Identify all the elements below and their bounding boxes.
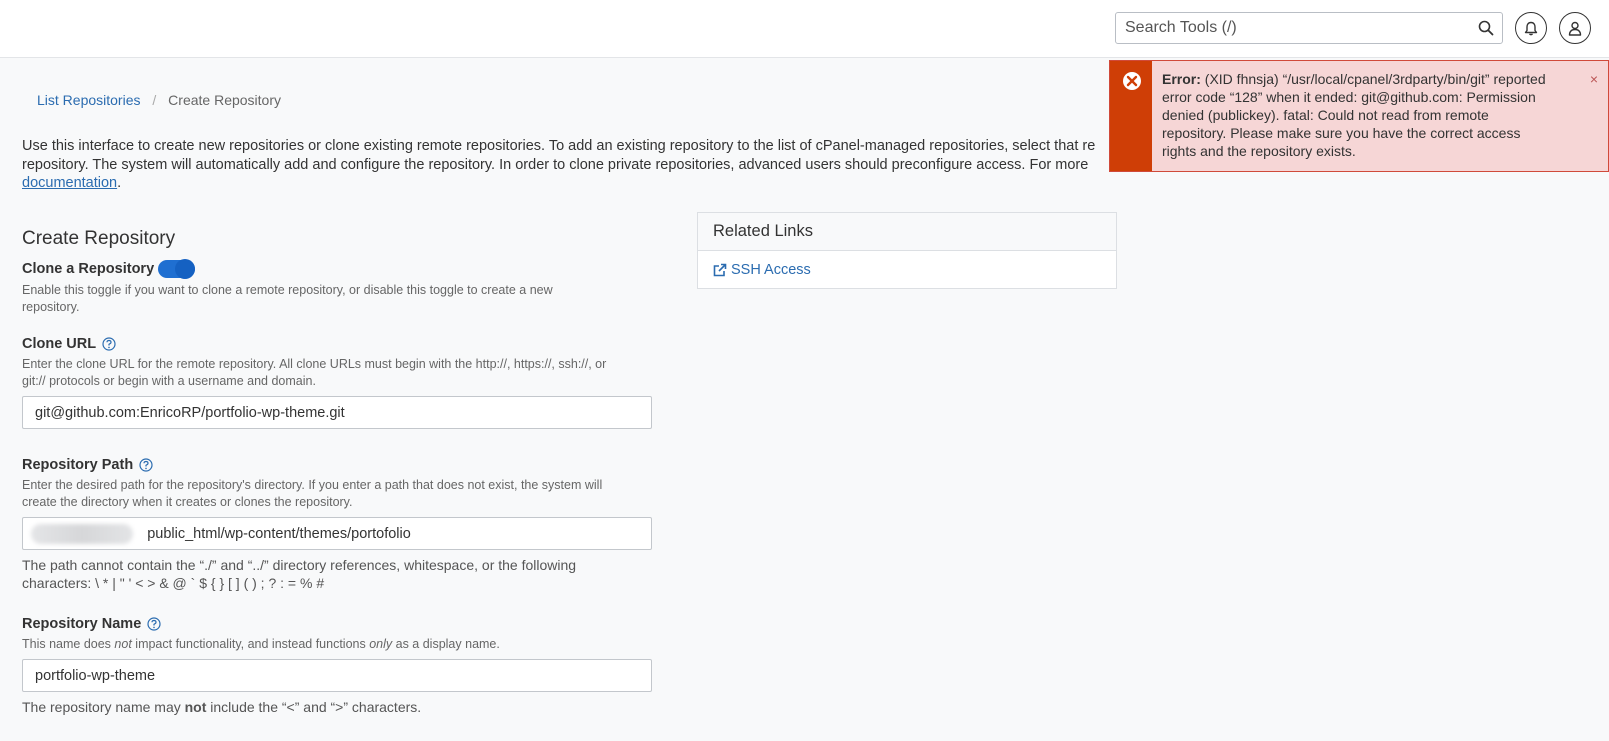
external-link-icon [713, 263, 727, 277]
repo-name-label: Repository Name [22, 616, 142, 632]
repo-name-input[interactable] [35, 667, 651, 684]
repo-name-note: The repository name may not include the … [22, 698, 667, 716]
repo-name-field[interactable] [22, 659, 652, 692]
repo-path-label-row: Repository Path [22, 457, 667, 473]
breadcrumb-separator: / [152, 92, 157, 108]
clone-url-desc-line-1: Enter the clone URL for the remote repos… [22, 357, 607, 371]
error-icon [1123, 72, 1141, 90]
repo-name-note-bold: not [184, 699, 207, 715]
repo-name-label-row: Repository Name [22, 616, 667, 632]
notifications-button[interactable] [1515, 12, 1547, 44]
ssh-access-label: SSH Access [731, 262, 811, 278]
repo-name-note-pre: The repository name may [22, 699, 185, 715]
repo-path-note-line-1: The path cannot contain the “./” and “..… [22, 557, 577, 573]
search-input[interactable] [1116, 13, 1456, 43]
clone-url-field[interactable] [22, 396, 652, 429]
search-icon[interactable] [1478, 20, 1494, 36]
breadcrumb-current: Create Repository [168, 92, 281, 108]
repo-path-field[interactable] [22, 517, 652, 550]
alert-side-bar [1110, 61, 1152, 171]
intro-text: Use this interface to create new reposit… [22, 137, 1112, 193]
clone-url-label: Clone URL [22, 336, 97, 352]
create-repository-form: Create Repository Clone a Repository Ena… [22, 228, 667, 716]
error-alert: Error: (XID fhnsja) “/usr/local/cpanel/3… [1109, 60, 1609, 172]
alert-body: (XID fhnsja) “/usr/local/cpanel/3rdparty… [1162, 71, 1546, 159]
repo-path-note-line-2: characters: \ * | " ' < > & @ ` $ { } [ … [22, 575, 325, 591]
clone-url-desc: Enter the clone URL for the remote repos… [22, 356, 667, 390]
repo-name-desc-em-not: not [114, 637, 132, 651]
help-icon[interactable] [139, 458, 153, 472]
repo-path-desc: Enter the desired path for the repositor… [22, 477, 667, 511]
clone-url-label-row: Clone URL [22, 336, 667, 352]
user-menu-button[interactable] [1559, 12, 1591, 44]
close-icon[interactable]: × [1590, 71, 1598, 87]
top-bar [0, 0, 1609, 58]
documentation-link[interactable]: documentation [22, 175, 117, 191]
clone-url-input[interactable] [35, 404, 651, 421]
breadcrumb-list-repositories[interactable]: List Repositories [37, 92, 141, 108]
clone-toggle-desc-line-1: Enable this toggle if you want to clone … [22, 283, 553, 297]
intro-line-2: repository. The system will automaticall… [22, 156, 1089, 173]
repo-name-note-post: include the “<” and “>” characters. [206, 699, 422, 715]
repo-name-desc-pre: This name does [22, 637, 115, 651]
bell-icon [1524, 21, 1538, 35]
repo-path-label: Repository Path [22, 457, 134, 473]
clone-repository-toggle[interactable] [158, 259, 196, 279]
repo-path-desc-line-2: create the directory when it creates or … [22, 495, 353, 509]
form-title: Create Repository [22, 228, 176, 249]
repo-name-desc-post: as a display name. [392, 637, 500, 651]
related-links-title: Related Links [698, 213, 1116, 251]
user-icon [1568, 21, 1582, 36]
clone-url-desc-line-2: git:// protocols or begin with a usernam… [22, 374, 316, 388]
help-icon[interactable] [102, 337, 116, 351]
repo-path-desc-line-1: Enter the desired path for the repositor… [22, 478, 603, 492]
clone-toggle-row: Clone a Repository [22, 259, 667, 279]
repo-path-note: The path cannot contain the “./” and “..… [22, 556, 667, 592]
intro-period: . [117, 175, 122, 191]
path-prefix-redacted [31, 523, 134, 544]
alert-message: Error: (XID fhnsja) “/usr/local/cpanel/3… [1152, 61, 1592, 171]
intro-line-1: Use this interface to create new reposit… [22, 138, 1096, 154]
clone-toggle-label: Clone a Repository [22, 261, 155, 277]
ssh-access-link[interactable]: SSH Access [713, 262, 811, 278]
repo-path-input[interactable] [147, 525, 651, 542]
clone-toggle-desc-line-2: repository. [22, 300, 80, 314]
related-links-panel: Related Links SSH Access [697, 212, 1117, 289]
help-icon[interactable] [147, 617, 161, 631]
repo-name-desc-mid: impact functionality, and instead functi… [131, 637, 370, 651]
clone-toggle-desc: Enable this toggle if you want to clone … [22, 282, 667, 316]
repo-name-desc-em-only: only [369, 637, 393, 651]
repo-name-desc: This name does not impact functionality,… [22, 636, 667, 653]
breadcrumb: List Repositories / Create Repository [37, 92, 281, 108]
alert-prefix: Error: [1162, 71, 1201, 87]
search-box[interactable] [1115, 12, 1503, 44]
